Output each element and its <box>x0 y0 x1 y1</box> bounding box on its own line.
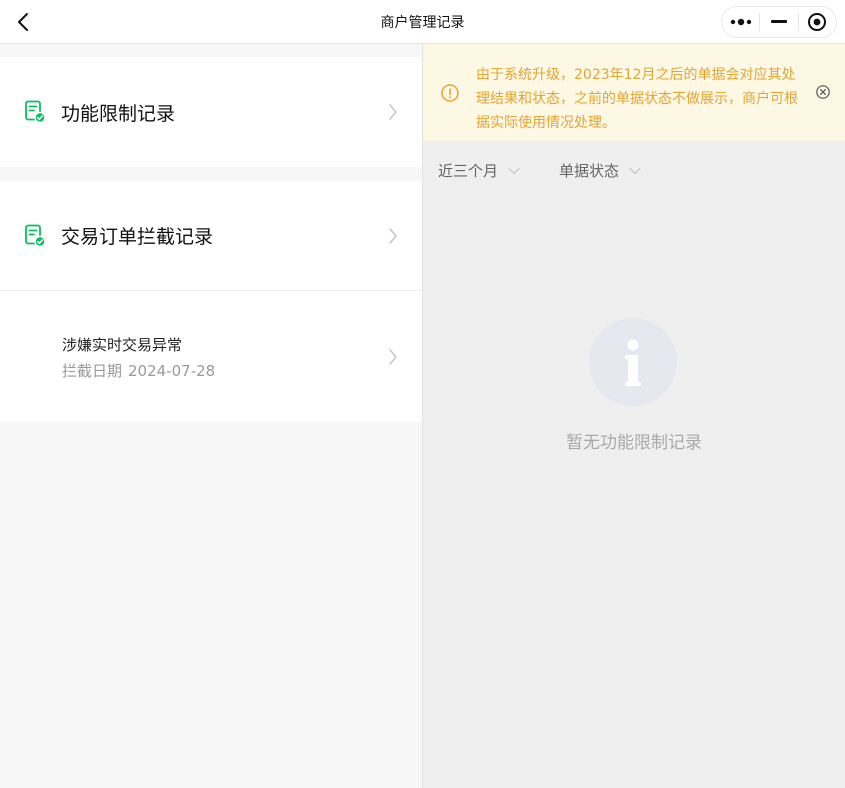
info-circle-icon <box>441 84 459 102</box>
left-pane: 功能限制记录 交易订单拦截记录 涉嫌实时交易异常 拦截日期 2024-07-28 <box>0 44 422 788</box>
interception-record-item[interactable]: 涉嫌实时交易异常 拦截日期 2024-07-28 <box>0 292 422 422</box>
filter-bar: 近三个月 单据状态 <box>423 160 845 184</box>
record-date: 拦截日期 2024-07-28 <box>62 360 215 381</box>
function-restriction-label: 功能限制记录 <box>61 102 176 125</box>
order-interception-card: 交易订单拦截记录 涉嫌实时交易异常 拦截日期 2024-07-28 <box>0 181 422 422</box>
capsule-menu <box>721 6 837 38</box>
chevron-down-icon <box>629 167 641 174</box>
function-restriction-card: 功能限制记录 <box>0 57 422 167</box>
navigation-bar: 商户管理记录 <box>0 0 845 44</box>
info-icon-circle <box>589 318 677 406</box>
close-circle-icon <box>808 13 827 31</box>
empty-state: 暂无功能限制记录 <box>423 316 845 456</box>
filter-time-range[interactable]: 近三个月 <box>438 160 520 181</box>
minimize-icon <box>770 20 787 23</box>
page-title: 商户管理记录 <box>380 15 465 31</box>
info-icon <box>625 339 641 386</box>
notice-banner: 由于系统升级，2023年12月之后的单据会对应其处理结果和状态，之前的单据状态不… <box>423 44 845 141</box>
chevron-right-icon <box>389 104 397 120</box>
record-date-label: 拦截日期 <box>62 362 123 380</box>
filter-document-status-label: 单据状态 <box>559 162 620 180</box>
filter-time-range-label: 近三个月 <box>438 162 499 180</box>
right-pane: 由于系统升级，2023年12月之后的单据会对应其处理结果和状态，之前的单据状态不… <box>423 44 845 788</box>
document-check-icon <box>25 100 46 124</box>
function-restriction-row[interactable]: 功能限制记录 <box>0 57 422 167</box>
chevron-right-icon <box>389 227 397 244</box>
document-check-icon <box>25 224 46 247</box>
empty-state-text: 暂无功能限制记录 <box>566 433 702 453</box>
filter-document-status[interactable]: 单据状态 <box>559 160 641 181</box>
order-interception-label: 交易订单拦截记录 <box>61 226 214 248</box>
more-button[interactable] <box>722 7 759 37</box>
record-date-value: 2024-07-28 <box>128 362 216 380</box>
more-dots-icon <box>730 18 751 26</box>
order-interception-row[interactable]: 交易订单拦截记录 <box>0 181 422 291</box>
close-circle-icon[interactable] <box>815 84 831 100</box>
chevron-right-icon <box>389 349 397 365</box>
close-miniprogram-button[interactable] <box>799 7 836 37</box>
chevron-down-icon <box>508 167 520 174</box>
notice-text: 由于系统升级，2023年12月之后的单据会对应其处理结果和状态，之前的单据状态不… <box>476 67 798 131</box>
record-title: 涉嫌实时交易异常 <box>62 336 183 354</box>
minimize-button[interactable] <box>760 7 797 37</box>
